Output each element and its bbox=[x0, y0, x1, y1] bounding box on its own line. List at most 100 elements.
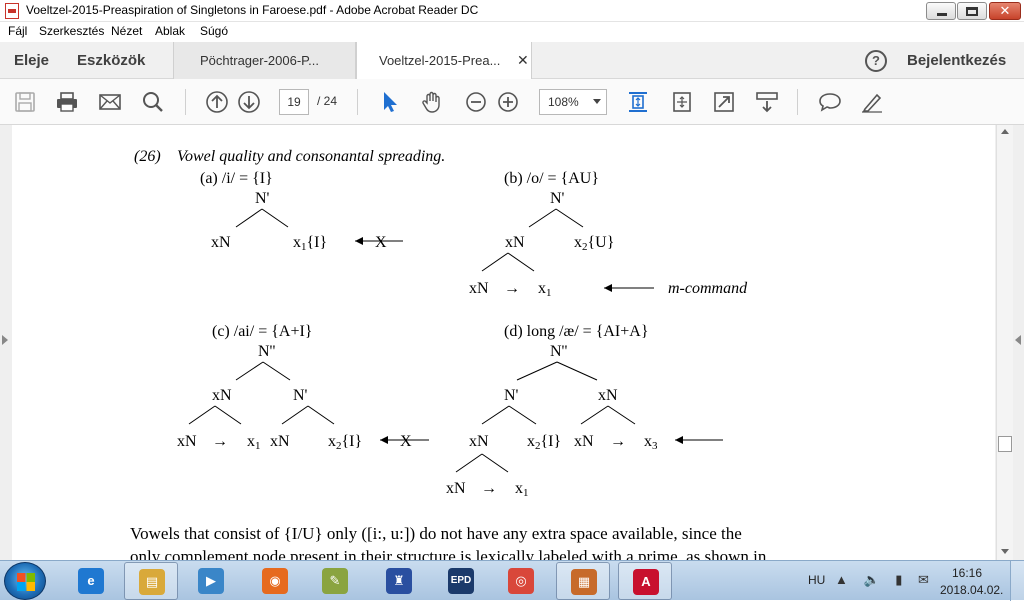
pdf-page: (26) Vowel quality and consonantal sprea… bbox=[12, 125, 995, 560]
body-paragraph-line: Vowels that consist of {I/U} only ([i:, … bbox=[130, 524, 742, 543]
taskbar-media-player-button[interactable]: ▶ bbox=[184, 562, 238, 600]
node-a-root: N' bbox=[255, 190, 270, 207]
node-b-right-leaf-x: x bbox=[538, 280, 546, 297]
node-c-l4-tail: {I} bbox=[342, 433, 363, 450]
arrow-b: → bbox=[504, 280, 520, 297]
node-c-l3: xN bbox=[270, 433, 290, 450]
node-d-l2-tail: {I} bbox=[541, 433, 562, 450]
branch bbox=[188, 405, 242, 425]
signin-link[interactable]: Bejelentkezés bbox=[907, 52, 1006, 69]
scroll-thumb[interactable] bbox=[998, 436, 1012, 452]
tab-close-icon[interactable]: ✕ bbox=[517, 52, 529, 69]
node-a-right: x1{I} bbox=[293, 234, 327, 253]
node-d-right: xN bbox=[598, 387, 618, 404]
app-blue-icon: ♜ bbox=[386, 568, 412, 594]
branch bbox=[580, 405, 636, 425]
node-b-right-tail: {U} bbox=[588, 234, 615, 251]
print-icon[interactable] bbox=[55, 90, 79, 114]
select-tool-icon[interactable] bbox=[378, 90, 402, 114]
node-d-b2-sub: 1 bbox=[523, 487, 529, 499]
taskbar-app-blue-button[interactable]: ♜ bbox=[372, 562, 426, 600]
page-number-input[interactable]: 19 bbox=[279, 89, 309, 115]
clock-time[interactable]: 16:16 bbox=[952, 566, 982, 580]
zoom-in-icon[interactable] bbox=[496, 90, 520, 114]
branch bbox=[281, 405, 335, 425]
node-a-left: xN bbox=[211, 234, 231, 251]
highlight-icon[interactable] bbox=[860, 90, 884, 114]
menu-view[interactable]: Nézet bbox=[111, 24, 142, 38]
taskbar-paint-button[interactable]: ✎ bbox=[308, 562, 362, 600]
rotate-icon[interactable] bbox=[670, 90, 694, 114]
menu-window[interactable]: Ablak bbox=[155, 24, 185, 38]
node-d-root: N'' bbox=[550, 343, 567, 360]
comment-icon[interactable] bbox=[818, 90, 842, 114]
zoom-out-icon[interactable] bbox=[464, 90, 488, 114]
taskbar-acrobat-button[interactable]: A bbox=[618, 562, 672, 600]
maximize-button[interactable] bbox=[957, 2, 987, 20]
paint-icon: ✎ bbox=[322, 568, 348, 594]
fit-page-icon[interactable] bbox=[626, 90, 650, 114]
help-icon[interactable]: ? bbox=[865, 50, 887, 72]
search-icon[interactable] bbox=[141, 90, 165, 114]
m-command-label: m-command bbox=[668, 280, 748, 297]
tree-diagram: (26) Vowel quality and consonantal sprea… bbox=[134, 148, 748, 499]
node-d-b2-x: x bbox=[515, 480, 523, 497]
start-button[interactable] bbox=[4, 562, 46, 600]
node-c-root: N'' bbox=[258, 343, 275, 360]
show-desktop-button[interactable] bbox=[1010, 561, 1024, 601]
node-c-right: N' bbox=[293, 387, 308, 404]
fullscreen-icon[interactable] bbox=[712, 90, 736, 114]
taskbar-chrome-button[interactable]: ◎ bbox=[494, 562, 548, 600]
body-paragraph-line: only complement node present in their st… bbox=[130, 547, 767, 560]
menu-help[interactable]: Súgó bbox=[200, 24, 228, 38]
save-icon[interactable] bbox=[13, 90, 37, 114]
node-c-l4: x2{I} bbox=[328, 433, 362, 452]
acrobat-icon: A bbox=[633, 569, 659, 595]
prev-page-icon[interactable] bbox=[205, 90, 229, 114]
scroll-mode-icon[interactable] bbox=[755, 90, 779, 114]
window-title: Voeltzel-2015-Preaspiration of Singleton… bbox=[26, 3, 479, 17]
hand-tool-icon[interactable] bbox=[420, 90, 444, 114]
arrow-d: → bbox=[610, 433, 626, 450]
scroll-down-icon[interactable] bbox=[1001, 549, 1009, 554]
system-tray-icons[interactable]: ▲ 🔈 ▮ ✉ bbox=[835, 572, 935, 588]
taskbar-file-explorer-button[interactable]: ▤ bbox=[124, 562, 178, 600]
node-b-mid: xN bbox=[505, 234, 525, 251]
tab-voeltzel[interactable]: Voeltzel-2015-Prea... ✕ bbox=[356, 42, 532, 80]
clock-date[interactable]: 2018.04.02. bbox=[940, 583, 1003, 597]
right-panel-toggle-icon[interactable] bbox=[1015, 335, 1021, 345]
tab-pochtrager[interactable]: Pöchtrager-2006-P... bbox=[173, 42, 356, 79]
nav-tools[interactable]: Eszközök bbox=[77, 52, 145, 69]
document-viewer[interactable]: (26) Vowel quality and consonantal sprea… bbox=[0, 125, 1024, 560]
media-player-icon: ▶ bbox=[198, 568, 224, 594]
firefox-icon: ◉ bbox=[262, 568, 288, 594]
scroll-up-icon[interactable] bbox=[1001, 129, 1009, 134]
branch bbox=[481, 252, 535, 272]
toolbar-separator bbox=[185, 89, 186, 115]
zoom-select[interactable]: 108% bbox=[539, 89, 607, 115]
next-page-icon[interactable] bbox=[237, 90, 261, 114]
panel-b-label: (b) /o/ = {AU} bbox=[504, 170, 599, 187]
taskbar-epd-button[interactable]: EPD bbox=[434, 562, 488, 600]
minimize-button[interactable] bbox=[926, 2, 956, 20]
toolbar: 19 / 24 108% bbox=[0, 79, 1024, 125]
vertical-scrollbar[interactable] bbox=[996, 125, 1013, 560]
email-icon[interactable] bbox=[98, 90, 122, 114]
taskbar-internet-explorer-button[interactable]: e bbox=[64, 562, 118, 600]
arrow-head bbox=[380, 436, 388, 444]
file-explorer-icon: ▤ bbox=[139, 569, 165, 595]
node-b-root: N' bbox=[550, 190, 565, 207]
panel-a-label: (a) /i/ = {I} bbox=[200, 170, 273, 187]
close-button[interactable]: ✕ bbox=[989, 2, 1021, 20]
nav-home[interactable]: Eleje bbox=[14, 52, 49, 69]
taskbar-firefox-button[interactable]: ◉ bbox=[248, 562, 302, 600]
menu-file[interactable]: Fájl bbox=[8, 24, 27, 38]
branch bbox=[235, 361, 291, 381]
taskbar-presentation-button[interactable]: ▦ bbox=[556, 562, 610, 600]
node-d-l2: x2{I} bbox=[527, 433, 561, 452]
left-panel-toggle-icon[interactable] bbox=[2, 335, 8, 345]
menu-edit[interactable]: Szerkesztés bbox=[39, 24, 104, 38]
toolbar-separator bbox=[797, 89, 798, 115]
language-indicator[interactable]: HU bbox=[808, 573, 825, 587]
panel-d-label: (d) long /æ/ = {AI+A} bbox=[504, 323, 649, 340]
